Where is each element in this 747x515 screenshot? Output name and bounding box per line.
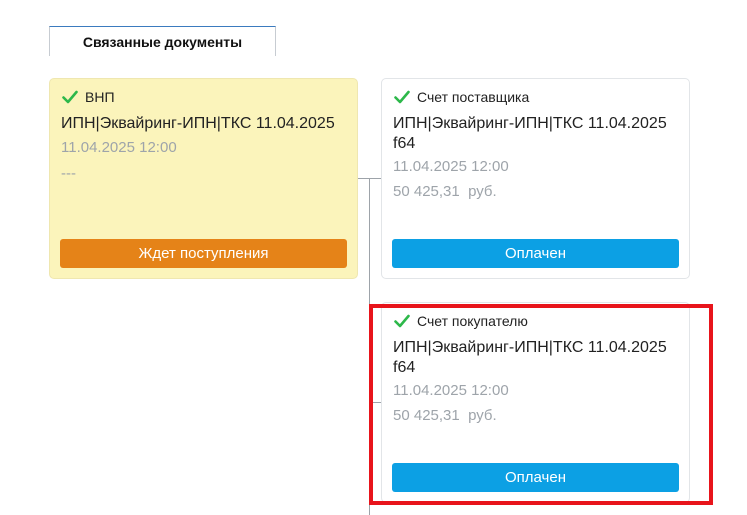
card-title: Счет поставщика xyxy=(417,89,530,105)
check-icon xyxy=(394,90,410,104)
selection-highlight xyxy=(369,304,713,505)
check-icon xyxy=(62,90,78,104)
document-card-vnp[interactable]: ВНП ИПН|Эквайринг-ИПН|ТКС 11.04.2025 11.… xyxy=(49,78,358,279)
document-amount: 50 425,31 руб. xyxy=(393,183,497,200)
connector-horizontal-left xyxy=(358,178,382,179)
document-name: ИПН|Эквайринг-ИПН|ТКС 11.04.2025 xyxy=(61,115,335,132)
document-card-supplier-invoice[interactable]: Счет поставщика ИПН|Эквайринг-ИПН|ТКС 11… xyxy=(381,78,690,279)
tab-label: Связанные документы xyxy=(82,33,243,50)
status-badge: Ждет поступления xyxy=(60,239,347,268)
document-date: 11.04.2025 12:00 xyxy=(393,158,509,175)
amount-value: 50 425,31 xyxy=(393,183,460,200)
card-title: ВНП xyxy=(85,89,115,105)
document-name-line1: ИПН|Эквайринг-ИПН|ТКС 11.04.2025 xyxy=(393,115,667,132)
status-badge: Оплачен xyxy=(392,239,679,268)
tab-related-documents[interactable]: Связанные документы xyxy=(49,26,276,56)
document-name-line2: f64 xyxy=(393,135,416,152)
document-date: 11.04.2025 12:00 xyxy=(61,139,177,156)
document-extra: --- xyxy=(61,165,76,182)
amount-currency: руб. xyxy=(468,183,497,200)
